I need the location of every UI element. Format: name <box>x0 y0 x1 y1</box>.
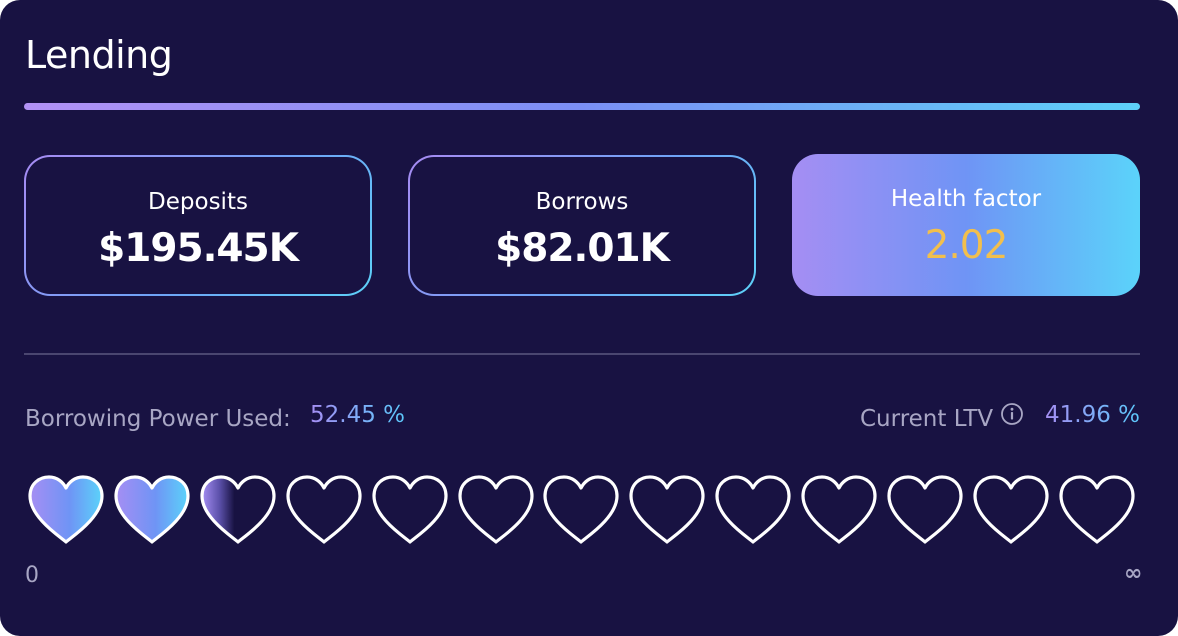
page-title: Lending <box>25 33 173 77</box>
lending-card: Lending Deposits $195.45K Borrows $82.01… <box>0 0 1178 636</box>
heart-icon <box>715 475 791 544</box>
heart-icon <box>887 475 963 544</box>
deposits-value: $195.45K <box>98 226 299 271</box>
info-icon[interactable] <box>1000 402 1024 426</box>
borrowing-power-value: 52.45 % <box>310 399 405 431</box>
heart-icon <box>28 475 104 544</box>
health-factor-value: 2.02 <box>924 223 1009 268</box>
heart-icon <box>114 475 190 544</box>
borrowing-power-heart-meter <box>26 472 1140 548</box>
deposits-card: Deposits $195.45K <box>24 155 372 296</box>
heart-icon <box>543 475 619 544</box>
borrows-value: $82.01K <box>495 226 670 271</box>
heart-icon <box>457 475 534 544</box>
deposits-label: Deposits <box>148 189 248 215</box>
health-factor-label: Health factor <box>890 186 1042 212</box>
section-divider <box>24 353 1140 355</box>
heart-icon <box>973 475 1049 544</box>
borrows-card: Borrows $82.01K <box>408 155 756 296</box>
heart-icon <box>371 475 448 544</box>
heart-icon <box>286 475 362 544</box>
meter-min-label: 0 <box>25 563 39 588</box>
meter-max-label: ∞ <box>1124 561 1143 586</box>
borrowing-power-label: Borrowing Power Used: <box>25 406 291 432</box>
heart-icon <box>629 475 705 544</box>
heart-icon <box>200 475 276 544</box>
health-factor-card: Health factor 2.02 <box>792 154 1140 296</box>
borrows-label: Borrows <box>535 189 629 215</box>
heart-icon <box>801 475 877 544</box>
current-ltv-label: Current LTV <box>860 406 994 432</box>
heart-icon <box>1059 475 1135 544</box>
current-ltv-value: 41.96 % <box>1045 399 1140 431</box>
title-underline <box>24 103 1140 110</box>
